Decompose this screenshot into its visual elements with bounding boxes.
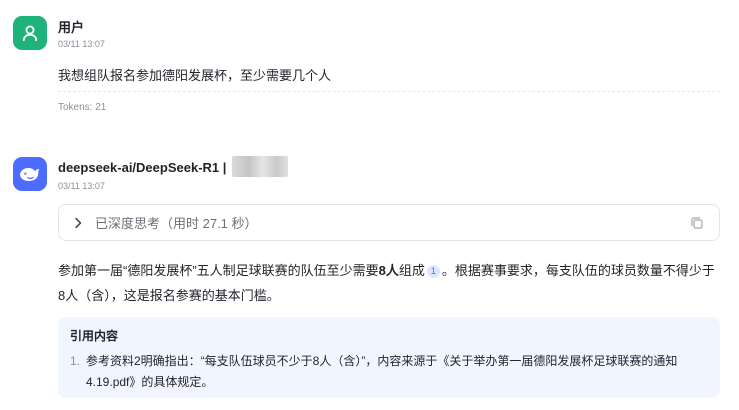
reference-number: 1.: [70, 354, 81, 368]
answer-text-part2: 组成: [398, 263, 425, 278]
message-divider: [58, 91, 720, 92]
whale-icon: [20, 168, 40, 182]
references-title: 引用内容: [70, 329, 119, 343]
answer-text-part1: 参加第一届“德阳发展杯”五人制足球联赛的队伍至少需要: [58, 263, 379, 278]
token-count: Tokens: 21: [58, 102, 107, 113]
assistant-avatar: [13, 157, 47, 191]
references-panel: 引用内容 1. 参考资料2明确指出：“每支队伍球员不少于8人（含）”，内容来源于…: [58, 317, 720, 398]
assistant-answer: 参加第一届“德阳发展杯”五人制足球联赛的队伍至少需要8人组成 1 。根据赛事要求，每…: [58, 258, 722, 308]
assistant-model-name: deepseek-ai/DeepSeek-R1 |: [58, 160, 227, 175]
redacted-text-blur: [232, 156, 288, 177]
user-message-text: 我想组队报名参加德阳发展杯，至少需要几个人: [58, 68, 332, 83]
citation-badge[interactable]: 1: [426, 265, 440, 278]
answer-bold-count: 8人: [378, 263, 399, 278]
copy-icon[interactable]: [689, 215, 705, 231]
user-avatar: [13, 16, 47, 50]
reference-item: 1. 参考资料2明确指出：“每支队伍球员不少于8人（含）”，内容来源于《关于举办…: [70, 351, 708, 393]
thinking-toggle[interactable]: 已深度思考（用时 27.1 秒）: [58, 204, 720, 241]
user-message-time: 03/11 13:07: [58, 39, 105, 49]
assistant-message-time: 03/11 13:07: [58, 181, 105, 191]
user-name: 用户: [58, 20, 85, 35]
thinking-label: 已深度思考（用时 27.1 秒）: [95, 216, 258, 231]
user-icon: [22, 25, 38, 42]
chevron-right-icon: [75, 217, 82, 228]
reference-text: 参考资料2明确指出：“每支队伍球员不少于8人（含）”，内容来源于《关于举办第一届…: [86, 354, 678, 389]
